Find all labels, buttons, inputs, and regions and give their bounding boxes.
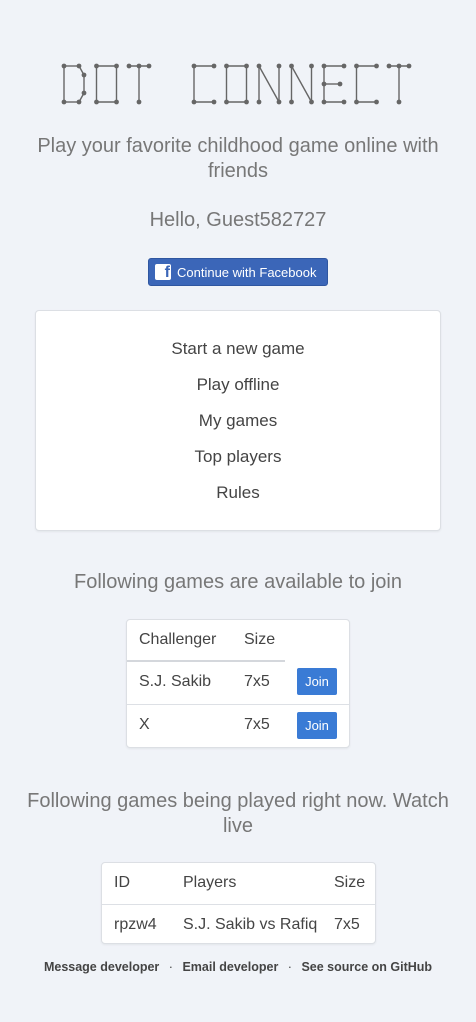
logo-dot	[191, 63, 197, 69]
logo-dot	[76, 99, 82, 105]
logo-dot	[374, 63, 379, 69]
logo-dot	[76, 63, 82, 69]
facebook-icon: f	[155, 264, 171, 280]
logo-dot	[396, 63, 402, 69]
challenger-name: S.J. Sakib	[139, 673, 212, 690]
tagline: Play your favorite childhood game online…	[37, 135, 439, 182]
board-size: 7x5	[244, 673, 270, 690]
page: Play your favorite childhood game online…	[0, 0, 476, 1022]
logo-dot	[136, 63, 142, 69]
logo-letter-c	[191, 63, 217, 105]
logo-letter-o	[224, 63, 249, 105]
menu-item-rules[interactable]: Rules	[36, 483, 440, 503]
join-button[interactable]: Join	[297, 712, 337, 739]
footer-separator: ·	[168, 960, 173, 974]
logo-line	[290, 65, 313, 103]
logo-letter-t	[126, 63, 152, 105]
logo-letter-c	[354, 63, 379, 105]
github-source-link[interactable]: See source on GitHub	[301, 960, 432, 974]
logo-dot	[146, 63, 152, 69]
menu-item-top-players[interactable]: Top players	[36, 447, 440, 467]
board-size: 7x5	[244, 716, 270, 733]
logo-dot	[61, 63, 67, 69]
facebook-login-button[interactable]: f Continue with Facebook	[148, 258, 328, 286]
logo-dot	[321, 99, 327, 105]
board-size: 7x5	[334, 916, 360, 933]
column-header-size: Size	[244, 631, 276, 648]
dot-connect-logo	[60, 60, 420, 106]
join-section-title: Following games are available to join	[74, 571, 402, 593]
logo-dot	[354, 63, 359, 69]
logo-letter-d	[61, 63, 87, 105]
logo-dot	[114, 63, 119, 69]
logo-dot	[256, 99, 262, 105]
logo-dot	[341, 99, 347, 105]
logo-dot	[136, 99, 142, 105]
column-header-challenger: Challenger	[139, 631, 217, 648]
logo-letter-n	[256, 63, 282, 105]
logo-dot	[321, 63, 327, 69]
logo-letter-o	[94, 63, 119, 105]
facebook-button-label: Continue with Facebook	[177, 264, 317, 280]
logo-dot	[244, 99, 249, 105]
join-button[interactable]: Join	[297, 668, 337, 695]
message-developer-link[interactable]: Message developer	[44, 960, 159, 974]
header-divider	[102, 904, 375, 905]
logo-dot	[309, 63, 314, 69]
logo-dot	[321, 81, 327, 87]
row-divider	[127, 704, 349, 705]
logo-dot	[289, 63, 294, 69]
logo-dot	[396, 99, 402, 105]
menu-item-start-new-game[interactable]: Start a new game	[36, 339, 440, 359]
logo-letter-n	[289, 63, 314, 105]
logo-letter-e	[321, 63, 347, 105]
logo-dot	[94, 99, 99, 105]
column-header-id: ID	[114, 874, 130, 891]
logo-dot	[256, 63, 262, 69]
footer-separator: ·	[287, 960, 292, 974]
column-header-size: Size	[334, 874, 366, 891]
logo-dot	[354, 99, 359, 105]
challenger-name: X	[139, 716, 150, 733]
logo-dot	[211, 99, 217, 105]
logo-dot	[81, 90, 87, 96]
logo-dot	[386, 63, 392, 69]
logo-dot	[341, 63, 347, 69]
logo-dot	[114, 99, 119, 105]
logo-dot	[374, 99, 379, 105]
logo-dot	[289, 99, 294, 105]
menu-item-my-games[interactable]: My games	[36, 411, 440, 431]
live-section-title: Following games being played right now. …	[27, 790, 449, 837]
logo-dot	[337, 81, 343, 87]
greeting: Hello, Guest582727	[149, 209, 327, 231]
column-header-players: Players	[183, 874, 237, 891]
logo-dot	[406, 63, 412, 69]
logo-dot	[224, 99, 229, 105]
menu-item-play-offline[interactable]: Play offline	[36, 375, 440, 395]
logo-letter-t	[386, 63, 412, 105]
logo-dot	[211, 63, 217, 69]
logo-dot	[191, 99, 197, 105]
logo-dot	[244, 63, 249, 69]
logo-dot	[61, 99, 67, 105]
header-divider	[127, 660, 285, 662]
game-players: S.J. Sakib vs Rafiq	[183, 916, 318, 933]
logo-dot	[81, 72, 87, 78]
logo-dot	[276, 99, 282, 105]
main-menu: Start a new game Play offline My games T…	[35, 310, 441, 531]
footer: Message developer · Email developer · Se…	[0, 960, 476, 974]
email-developer-link[interactable]: Email developer	[182, 960, 278, 974]
join-games-table: Challenger Size S.J. Sakib 7x5 Join X 7x…	[126, 619, 350, 748]
live-games-table: ID Players Size rpzw4 S.J. Sakib vs Rafi…	[101, 862, 376, 944]
game-id: rpzw4	[114, 916, 157, 933]
logo-dot	[276, 63, 282, 69]
logo-dot	[94, 63, 99, 69]
logo-dot	[126, 63, 132, 69]
logo-dot	[224, 63, 229, 69]
logo-dot	[309, 99, 314, 105]
logo-line	[258, 65, 280, 103]
